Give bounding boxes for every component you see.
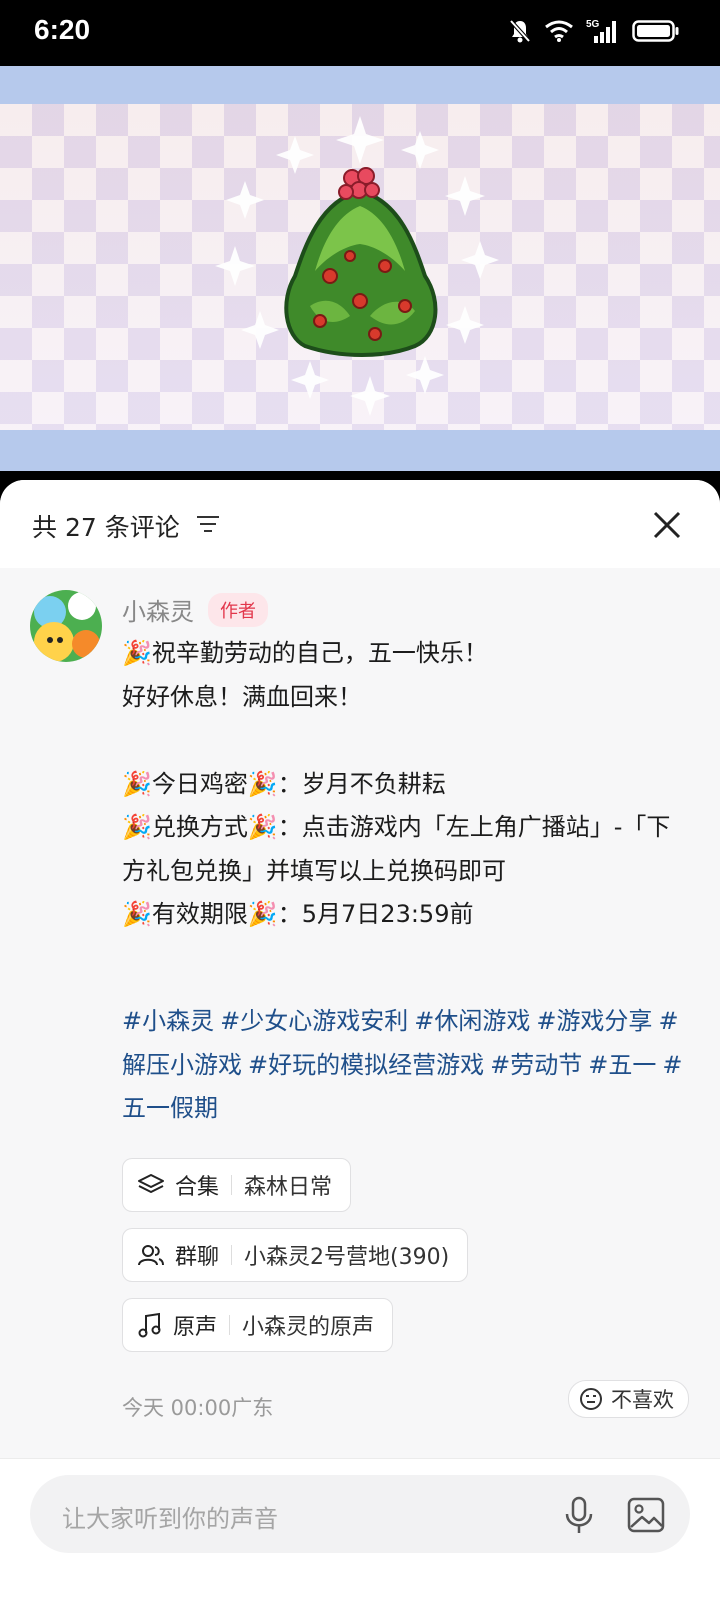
author-name[interactable]: 小森灵: [122, 592, 194, 627]
hashtag-link[interactable]: #休闲游戏: [414, 1007, 530, 1035]
svg-text:5G: 5G: [586, 19, 600, 30]
image-icon[interactable]: [626, 1495, 666, 1535]
comment-count-title: 共 27 条评论: [32, 513, 180, 542]
comment-timestamp-location: 今天 00:00广东: [122, 1396, 274, 1420]
signal-5g-icon: 5G: [586, 19, 616, 43]
hashtag-link[interactable]: #五一: [588, 1051, 656, 1079]
author-badge: 作者: [208, 592, 268, 627]
status-time: 6:20: [34, 14, 91, 45]
wifi-icon: [545, 20, 573, 42]
hashtag-link[interactable]: #少女心游戏安利: [220, 1007, 408, 1035]
battery-icon: [632, 20, 679, 42]
comment-sheet: 共 27 条评论 小森灵 作者 🎉祝辛勤劳动的自己，五一快乐！ 好好休息！满血回…: [0, 480, 720, 1600]
chip-label: 原声: [173, 1315, 218, 1340]
close-button[interactable]: [650, 508, 684, 542]
music-note-icon: [138, 1312, 161, 1338]
hashtag-link[interactable]: #游戏分享: [536, 1007, 652, 1035]
comment-text: 🎉祝辛勤劳动的自己，五一快乐！ 好好休息！满血回来！ 🎉今日鸡密🎉：岁月不负耕耘…: [122, 639, 671, 928]
status-icons: 5G: [508, 16, 680, 46]
comment-input-bar: 让大家听到你的声音: [0, 1458, 720, 1601]
neutral-face-icon: [580, 1388, 602, 1410]
layers-icon: [138, 1174, 164, 1193]
post-banner-image[interactable]: [0, 66, 720, 471]
comment-author-row: 小森灵 作者: [122, 592, 268, 627]
hashtag-link[interactable]: #好玩的模拟经营游戏: [248, 1051, 484, 1079]
status-bar: 6:20 5G: [0, 0, 720, 66]
chip-value: 小森灵的原声: [242, 1315, 375, 1340]
chip-value: 小森灵2号营地(390): [244, 1245, 450, 1270]
hashtag-link[interactable]: #劳动节: [490, 1051, 582, 1079]
collection-chip[interactable]: 合集 森林日常: [122, 1158, 352, 1212]
chip-value: 森林日常: [244, 1175, 333, 1200]
dislike-button[interactable]: 不喜欢: [568, 1380, 689, 1418]
original-sound-chip[interactable]: 原声 小森灵的原声: [122, 1298, 394, 1352]
hashtag-list: #小森灵 #少女心游戏安利 #休闲游戏 #游戏分享 #解压小游戏 #好玩的模拟经营游戏 #劳…: [122, 1000, 692, 1131]
comment-sheet-header: 共 27 条评论: [0, 480, 720, 568]
group-chat-chip[interactable]: 群聊 小森灵2号营地(390): [122, 1228, 469, 1282]
microphone-icon[interactable]: [562, 1495, 596, 1535]
chip-label: 合集: [175, 1175, 220, 1200]
chip-label: 群聊: [175, 1245, 220, 1270]
avatar[interactable]: [30, 590, 102, 662]
berry-bush-illustration: [215, 116, 499, 416]
dislike-label: 不喜欢: [611, 1388, 674, 1412]
sort-filter-icon[interactable]: [195, 512, 221, 536]
comment-input[interactable]: 让大家听到你的声音: [30, 1475, 690, 1553]
input-placeholder: 让大家听到你的声音: [62, 1505, 278, 1533]
mute-bell-icon: [509, 19, 531, 43]
group-icon: [138, 1245, 164, 1266]
hashtag-link[interactable]: #小森灵: [122, 1007, 214, 1035]
